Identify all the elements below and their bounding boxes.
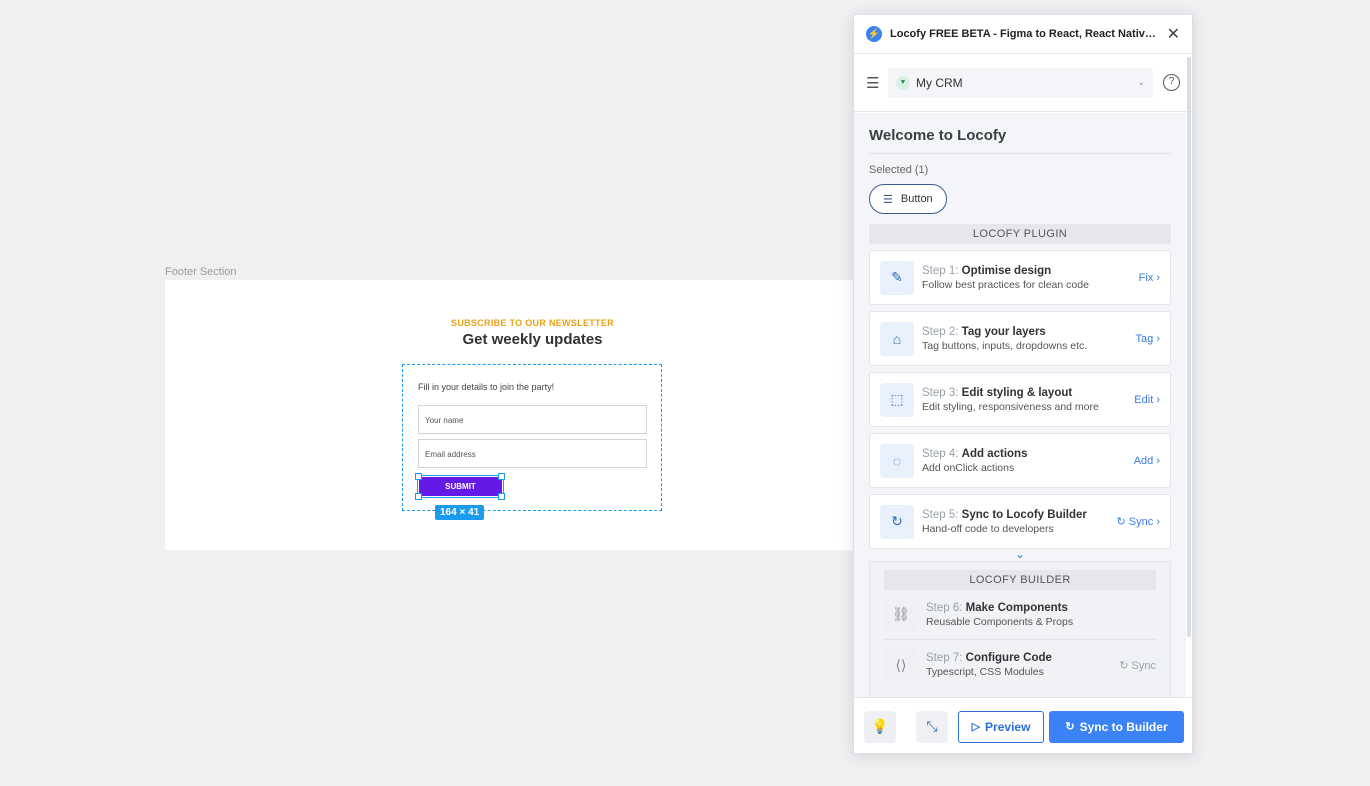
collapse-icon[interactable]: ⤡	[916, 710, 948, 743]
step-number: Step 3:	[922, 386, 959, 399]
lightbulb-icon[interactable]: 💡	[864, 710, 896, 743]
plugin-body: Welcome to Locofy Selected (1) ☰ Button …	[854, 113, 1186, 697]
sync-link[interactable]: ↻ Sync ›	[1117, 515, 1160, 528]
plugin-footer: 💡 ⤡ ▷ Preview ↻ Sync to Builder	[854, 697, 1192, 753]
fix-link[interactable]: Fix ›	[1139, 272, 1160, 284]
project-logo-icon: ▼	[896, 75, 910, 90]
step-number: Step 6:	[926, 601, 963, 614]
hamburger-menu-icon[interactable]: ☰	[866, 74, 880, 92]
tag-icon: ⌂	[880, 321, 914, 356]
selected-count: Selected (1)	[869, 164, 929, 176]
welcome-heading: Welcome to Locofy	[869, 113, 1171, 154]
project-selector[interactable]: ▼ My CRM ⌄	[888, 67, 1153, 98]
edit-layout-icon: ⬚	[880, 382, 914, 417]
chevron-down-icon: ⌄	[1137, 77, 1145, 87]
sync-icon: ↻	[1065, 721, 1075, 733]
step-edit-styling[interactable]: ⬚ Step 3: Edit styling & layout Edit sty…	[869, 372, 1171, 427]
name-field[interactable]: Your name	[418, 405, 647, 434]
selected-layer-label: Button	[900, 193, 933, 205]
configure-sync-link[interactable]: ↻ Sync	[1119, 659, 1156, 672]
newsletter-eyebrow: SUBSCRIBE TO OUR NEWSLETTER	[451, 318, 614, 328]
newsletter-form[interactable]: Fill in your details to join the party! …	[402, 364, 662, 520]
close-icon[interactable]: ✕	[1167, 24, 1180, 44]
step-make-components[interactable]: ⛓ Step 6: Make Components Reusable Compo…	[884, 590, 1156, 640]
magic-wand-icon: ✎	[880, 260, 914, 295]
newsletter-headline: Get weekly updates	[462, 331, 603, 348]
step-description: Reusable Components & Props	[926, 615, 1074, 628]
tag-link[interactable]: Tag ›	[1136, 333, 1160, 345]
preview-button[interactable]: ▷ Preview	[958, 710, 1044, 743]
step-title: Tag your layers	[961, 325, 1046, 338]
step-title: Sync to Locofy Builder	[961, 508, 1087, 521]
actions-icon: ◌	[880, 443, 914, 478]
step-number: Step 4:	[922, 447, 959, 460]
step-tag-layers[interactable]: ⌂ Step 2: Tag your layers Tag buttons, i…	[869, 311, 1171, 366]
step-description: Add onClick actions	[922, 461, 1015, 474]
footer-section-frame[interactable]: SUBSCRIBE TO OUR NEWSLETTER Get weekly u…	[165, 280, 855, 550]
step-number: Step 1:	[922, 264, 959, 277]
plugin-titlebar: ⚡ Locofy FREE BETA - Figma to React, Rea…	[854, 15, 1192, 54]
locofy-plugin-window: ⚡ Locofy FREE BETA - Figma to React, Rea…	[853, 14, 1193, 754]
plugin-title: Locofy FREE BETA - Figma to React, React…	[890, 28, 1157, 40]
step-description: Edit styling, responsiveness and more	[922, 400, 1099, 413]
resize-handle-bl[interactable]	[415, 493, 422, 500]
email-field[interactable]: Email address	[418, 439, 647, 468]
step-configure-code[interactable]: ⟨⟩ Step 7: Configure Code Typescript, CS…	[884, 640, 1156, 690]
step-description: Typescript, CSS Modules	[926, 666, 1044, 678]
list-icon: ☰	[883, 193, 893, 206]
step-title: Configure Code	[965, 652, 1052, 664]
play-icon: ▷	[971, 721, 981, 733]
selected-layer-chip[interactable]: ☰ Button	[869, 184, 947, 214]
edit-link[interactable]: Edit ›	[1134, 394, 1160, 406]
step-description: Tag buttons, inputs, dropdowns etc.	[922, 339, 1088, 352]
frame-label[interactable]: Footer Section	[165, 266, 237, 278]
step-title: Edit styling & layout	[961, 386, 1073, 399]
step-add-actions[interactable]: ◌ Step 4: Add actions Add onClick action…	[869, 433, 1171, 488]
step-number: Step 5:	[922, 508, 959, 521]
plugin-scrollbar[interactable]	[1187, 57, 1191, 637]
step-optimise-design[interactable]: ✎ Step 1: Optimise design Follow best pr…	[869, 250, 1171, 305]
selection-size-tag: 164 × 41	[435, 505, 485, 520]
plugin-toolbar: ☰ ▼ My CRM ⌄ ?	[854, 54, 1192, 112]
sync-to-builder-button[interactable]: ↻ Sync to Builder	[1049, 710, 1184, 743]
step-sync-builder[interactable]: ↻ Step 5: Sync to Locofy Builder Hand-of…	[869, 494, 1171, 549]
plugin-section-header: LOCOFY PLUGIN	[869, 224, 1171, 244]
step-title: Make Components	[965, 601, 1068, 614]
step-description: Hand-off code to developers	[922, 522, 1054, 535]
step-description: Follow best practices for clean code	[922, 278, 1089, 291]
form-hint: Fill in your details to join the party!	[418, 382, 555, 392]
project-name: My CRM	[916, 75, 963, 90]
link-icon: ⛓	[884, 597, 918, 632]
code-icon: ⟨⟩	[884, 648, 918, 682]
sync-icon: ↻	[880, 504, 914, 539]
help-icon[interactable]: ?	[1163, 74, 1180, 91]
step-title: Add actions	[961, 447, 1028, 460]
resize-handle-tr[interactable]	[498, 473, 505, 480]
submit-button[interactable]: SUBMIT	[417, 475, 504, 498]
builder-section-header: LOCOFY BUILDER	[884, 570, 1156, 590]
resize-handle-br[interactable]	[498, 493, 505, 500]
builder-section: LOCOFY BUILDER ⛓ Step 6: Make Components…	[869, 561, 1171, 697]
resize-handle-tl[interactable]	[415, 473, 422, 480]
lightning-icon: ⚡	[866, 26, 882, 42]
double-chevron-down-icon: ⌄	[1014, 547, 1026, 561]
add-link[interactable]: Add ›	[1134, 455, 1160, 467]
step-title: Optimise design	[961, 264, 1052, 277]
step-number: Step 2:	[922, 325, 959, 338]
step-number: Step 7:	[926, 652, 963, 664]
